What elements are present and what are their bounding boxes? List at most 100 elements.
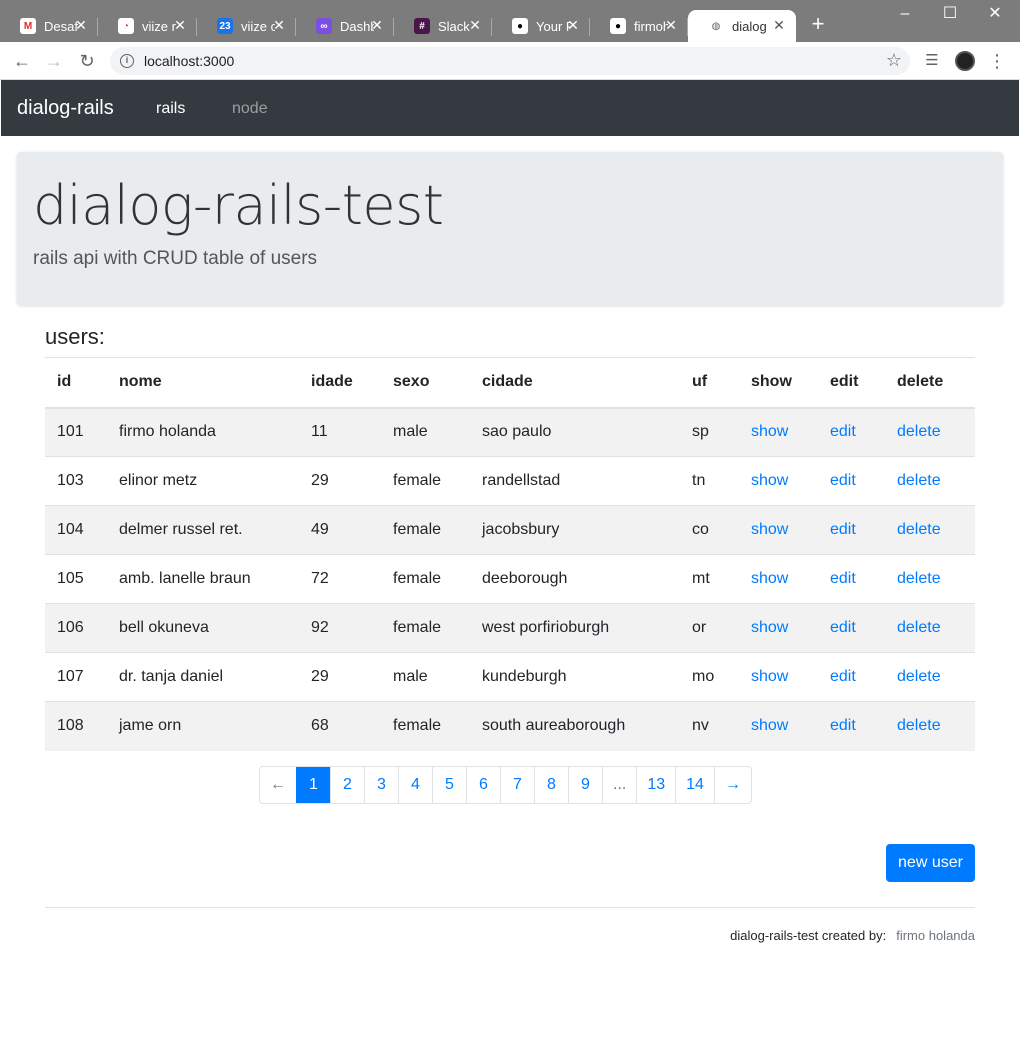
site-navbar: dialog-rails rails node — [1, 80, 1019, 136]
delete-link[interactable]: delete — [897, 472, 941, 489]
close-tab-icon[interactable]: ✕ — [173, 18, 187, 32]
cell-uf: mt — [680, 554, 739, 604]
close-tab-icon[interactable]: ✕ — [468, 18, 482, 32]
column-header-show: show — [739, 357, 818, 409]
pagination-page-3[interactable]: 3 — [364, 767, 398, 803]
cell-sexo: male — [381, 407, 470, 457]
browser-tab[interactable]: ◔ viize re✕ — [98, 10, 197, 42]
delete-link[interactable]: delete — [897, 668, 941, 685]
column-header-delete: delete — [885, 357, 975, 409]
cell-delete: delete — [885, 652, 975, 702]
browser-tab[interactable]: 23 viize cal✕ — [197, 10, 296, 42]
cell-sexo: female — [381, 701, 470, 751]
table-row: 104 delmer russel ret. 49 female jacobsbury c… — [45, 505, 975, 555]
close-tab-icon[interactable]: ✕ — [772, 18, 786, 32]
tab-title: viize cal — [241, 18, 275, 34]
pagination-page-5[interactable]: 5 — [432, 767, 466, 803]
edit-link[interactable]: edit — [830, 521, 856, 538]
dashboard-icon: ∞ — [316, 18, 332, 34]
back-arrow-icon[interactable]: ← — [11, 50, 33, 72]
cell-uf: nv — [680, 701, 739, 751]
pagination-page-2[interactable]: 2 — [330, 767, 364, 803]
pagination: ← 1 2 3 4 5 6 7 8 9... 13 14 → — [259, 766, 752, 804]
maximize-button[interactable]: ☐ — [935, 4, 965, 24]
navbar-brand[interactable]: dialog-rails — [17, 97, 114, 120]
footer-author: firmo holanda — [896, 928, 975, 943]
browser-tab[interactable]: ● Your R✕ — [492, 10, 590, 42]
delete-link[interactable]: delete — [897, 619, 941, 636]
close-tab-icon[interactable]: ✕ — [272, 18, 286, 32]
pagination-page-8[interactable]: 8 — [534, 767, 568, 803]
show-link[interactable]: show — [751, 423, 788, 440]
nav-link-rails[interactable]: rails — [156, 100, 185, 118]
page-content: dialog-rails rails node dialog-rails-tes… — [1, 80, 1019, 1039]
close-tab-icon[interactable]: ✕ — [370, 18, 384, 32]
browser-tab[interactable]: # Slack ✕ — [394, 10, 492, 42]
cell-edit: edit — [818, 652, 885, 702]
cell-nome: dr. tanja daniel — [107, 652, 299, 702]
bookmark-star-icon[interactable]: ☆ — [886, 50, 902, 71]
cell-delete: delete — [885, 407, 975, 457]
cell-delete: delete — [885, 701, 975, 751]
media-queue-icon[interactable]: ☰ — [922, 51, 942, 71]
edit-link[interactable]: edit — [830, 717, 856, 734]
delete-link[interactable]: delete — [897, 521, 941, 538]
cell-edit: edit — [818, 505, 885, 555]
pagination-page-4[interactable]: 4 — [398, 767, 432, 803]
browser-tab[interactable]: M Desafio✕ — [0, 10, 98, 42]
close-tab-icon[interactable]: ✕ — [74, 18, 88, 32]
delete-link[interactable]: delete — [897, 423, 941, 440]
edit-link[interactable]: edit — [830, 570, 856, 587]
pagination-page-13[interactable]: 13 — [636, 767, 675, 803]
edit-link[interactable]: edit — [830, 668, 856, 685]
browser-tab[interactable]: ∞ Dashboard✕ — [296, 10, 394, 42]
site-info-icon[interactable]: i — [120, 54, 134, 68]
pagination-prev-button[interactable]: ← — [260, 767, 296, 803]
reload-icon[interactable]: ↻ — [76, 50, 98, 72]
forward-arrow-icon[interactable]: → — [43, 50, 65, 72]
browser-tab[interactable]: ◍ dialog- ✕ — [688, 10, 796, 42]
close-tab-icon[interactable]: ✕ — [566, 18, 580, 32]
column-header-nome: nome — [107, 357, 299, 409]
browser-tab[interactable]: ● firmoh ✕ — [590, 10, 688, 42]
cell-uf: tn — [680, 456, 739, 506]
minimize-button[interactable]: – — [890, 4, 920, 24]
footer: dialog-rails-test created by: firmo holan… — [730, 928, 975, 943]
pagination-page-9[interactable]: 9 — [568, 767, 602, 803]
show-link[interactable]: show — [751, 668, 788, 685]
pagination-page-14[interactable]: 14 — [675, 767, 714, 803]
pagination-next-button[interactable]: → — [713, 767, 751, 803]
cell-sexo: female — [381, 456, 470, 506]
show-link[interactable]: show — [751, 619, 788, 636]
close-tab-icon[interactable]: ✕ — [664, 18, 678, 32]
show-link[interactable]: show — [751, 472, 788, 489]
menu-dots-icon[interactable]: ⋮ — [987, 51, 1007, 71]
cell-show: show — [739, 652, 818, 702]
edit-link[interactable]: edit — [830, 472, 856, 489]
delete-link[interactable]: delete — [897, 717, 941, 734]
show-link[interactable]: show — [751, 570, 788, 587]
cell-sexo: female — [381, 505, 470, 555]
edit-link[interactable]: edit — [830, 423, 856, 440]
edit-link[interactable]: edit — [830, 619, 856, 636]
close-window-button[interactable]: ✕ — [980, 4, 1010, 24]
delete-link[interactable]: delete — [897, 570, 941, 587]
new-user-button[interactable]: new user — [886, 844, 975, 882]
jumbotron: dialog-rails-test rails api with CRUD ta… — [17, 152, 1003, 305]
show-link[interactable]: show — [751, 717, 788, 734]
cell-cidade: deeborough — [470, 554, 680, 604]
tab-title: Your R — [536, 18, 570, 34]
show-link[interactable]: show — [751, 521, 788, 538]
pagination-page-1[interactable]: 1 — [296, 767, 330, 803]
table-header-row: id nome idade sexo cidade uf show edit delete — [45, 357, 975, 409]
pagination-page-7[interactable]: 7 — [500, 767, 534, 803]
url-text[interactable]: localhost:3000 — [144, 53, 234, 69]
pagination-page-6[interactable]: 6 — [466, 767, 500, 803]
page-title: dialog-rails-test — [33, 174, 444, 237]
nav-link-node[interactable]: node — [232, 100, 268, 118]
new-tab-button[interactable]: + — [808, 13, 828, 35]
tab-title: firmoh — [634, 18, 668, 34]
profile-avatar[interactable] — [955, 51, 975, 71]
cell-show: show — [739, 701, 818, 751]
address-bar[interactable]: i localhost:3000 ☆ — [110, 47, 910, 75]
